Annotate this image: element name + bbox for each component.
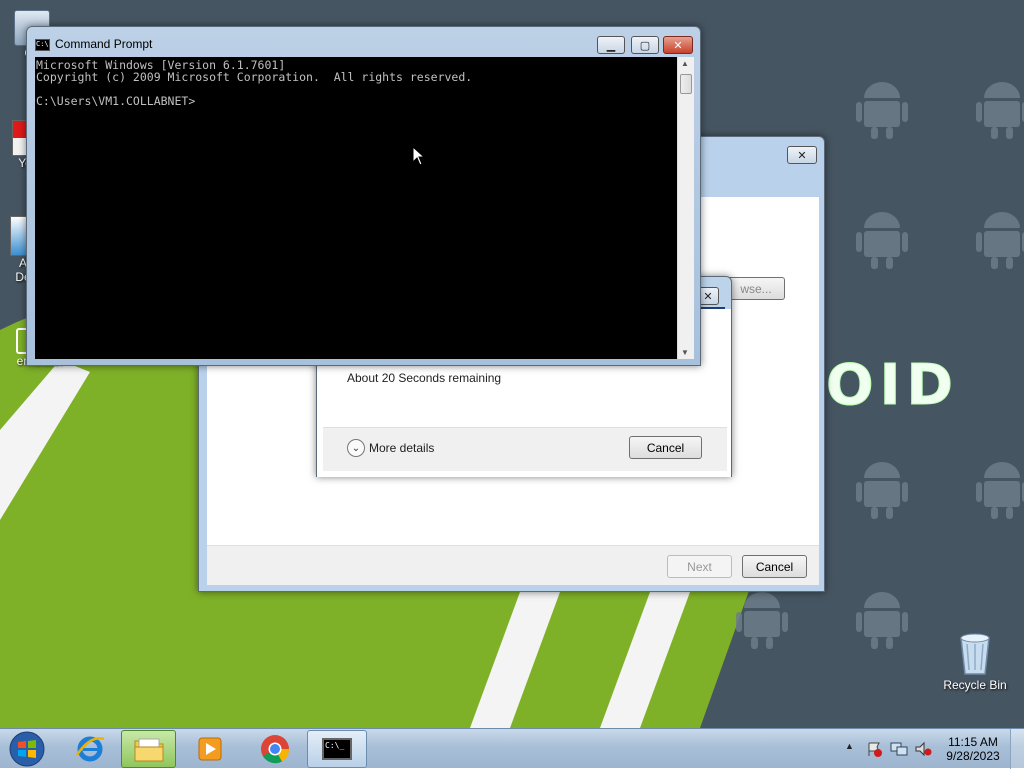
wizard-cancel-button[interactable]: Cancel [742,555,807,578]
browse-button[interactable]: wse... [727,277,785,300]
close-button[interactable]: ✕ [663,36,693,54]
action-center-icon[interactable] [866,741,882,757]
command-prompt-icon: C:\ [35,39,50,51]
taskbar-internet-explorer[interactable] [62,730,117,768]
desktop-icon-recycle-bin[interactable]: Recycle Bin [940,630,1010,692]
media-player-icon [198,737,221,761]
recycle-bin-icon [960,633,990,675]
wizard-footer: Next Cancel [207,545,819,585]
command-prompt-window[interactable]: C:\ Command Prompt ▁ ▢ ✕ Microsoft Windo… [26,26,701,366]
windows-start-icon [9,731,45,767]
mouse-cursor-icon [412,146,426,166]
copy-dialog-footer: ⌄ More details Cancel [323,427,727,471]
taskbar-chrome[interactable] [247,730,302,768]
console-scrollbar[interactable]: ▲ ▼ [677,57,694,359]
maximize-button[interactable]: ▢ [631,36,659,54]
chevron-up-icon: ▲ [845,741,854,751]
more-details-toggle[interactable]: ⌄ More details [347,439,434,457]
time-remaining-text: About 20 Seconds remaining [347,371,502,385]
show-hidden-icons-button[interactable]: ▲ [845,741,854,751]
taskbar: C:\_ ▲ 11:15 AM 9/28/2023 [0,728,1024,769]
desktop-icon-label: Recycle Bin [943,678,1007,692]
close-icon: ✕ [797,148,807,162]
scroll-thumb[interactable] [680,74,692,94]
console-line: Copyright (c) 2009 Microsoft Corporation… [36,70,473,84]
taskbar-windows-explorer[interactable] [121,730,176,768]
clock-time: 11:15 AM [948,735,998,749]
minimize-icon: ▁ [606,38,616,52]
console-output[interactable]: Microsoft Windows [Version 6.1.7601] Copy… [35,57,677,359]
chevron-down-icon: ⌄ [347,439,365,457]
scroll-up-icon[interactable]: ▲ [681,59,689,68]
scroll-down-icon[interactable]: ▼ [681,348,689,357]
next-button[interactable]: Next [667,555,732,578]
maximize-icon: ▢ [639,38,651,52]
start-button[interactable] [2,730,52,768]
window-title: Command Prompt [55,37,153,51]
taskbar-media-player[interactable] [182,730,237,768]
close-icon: ✕ [673,38,683,52]
wizard-close-button[interactable]: ✕ [787,146,817,164]
wallpaper-wordmark: OID [826,353,959,418]
internet-explorer-icon [75,736,104,762]
show-desktop-button[interactable] [1010,729,1024,769]
taskbar-command-prompt[interactable]: C:\_ [307,730,367,768]
system-clock[interactable]: 11:15 AM 9/28/2023 [944,735,1002,763]
network-icon[interactable] [890,741,908,757]
more-details-label: More details [369,441,435,455]
console-prompt: C:\Users\VM1.COLLABNET> [36,94,196,108]
copy-cancel-button[interactable]: Cancel [629,436,702,459]
close-icon: ✕ [703,289,713,303]
volume-muted-icon[interactable] [914,741,932,757]
minimize-button[interactable]: ▁ [597,36,625,54]
command-prompt-icon: C:\_ [322,738,352,760]
clock-date: 9/28/2023 [946,749,1000,763]
chrome-icon [260,735,289,764]
folder-icon [134,738,163,762]
